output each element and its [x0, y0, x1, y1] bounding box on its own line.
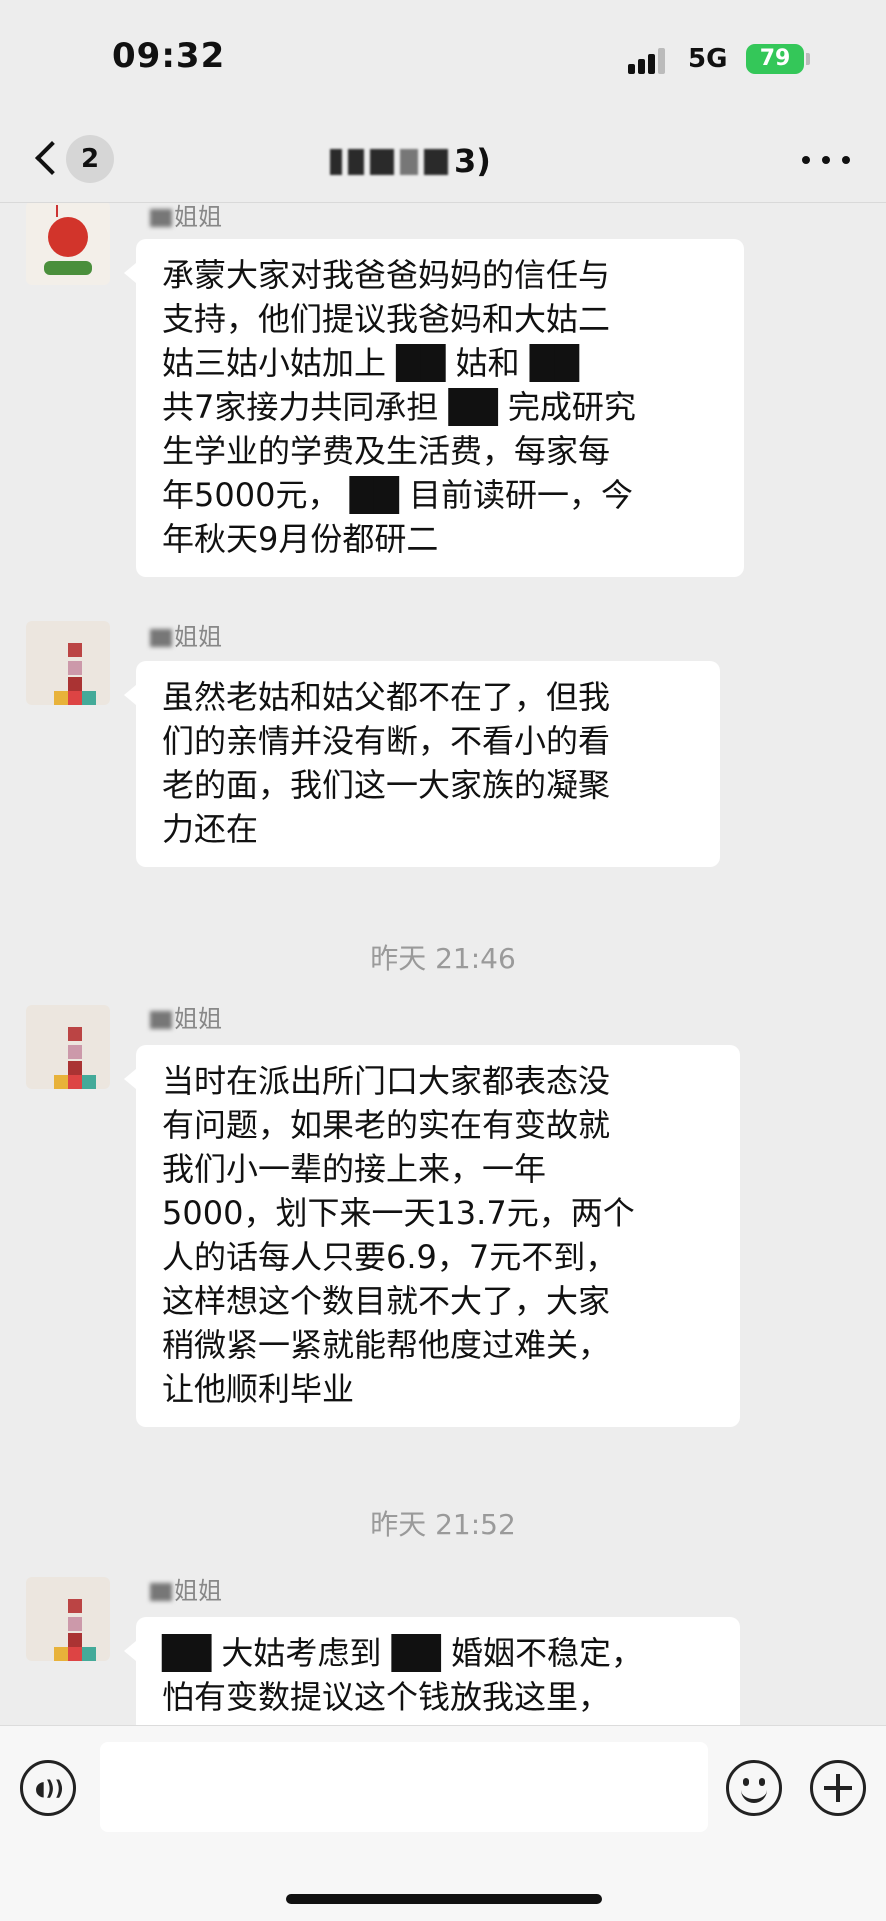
input-bar: ◖)) — [0, 1725, 886, 1921]
more-dots-icon — [822, 156, 830, 164]
avatar[interactable] — [26, 203, 110, 285]
avatar[interactable] — [26, 1577, 110, 1661]
more-dots-icon — [842, 156, 850, 164]
emoji-icon — [741, 1785, 767, 1803]
voice-button[interactable]: ◖)) — [20, 1760, 76, 1816]
sender-redaction — [150, 1583, 172, 1601]
battery-tip — [806, 53, 810, 65]
message-input[interactable] — [100, 1742, 708, 1832]
more-dots-icon — [802, 156, 810, 164]
sender-name: 姐姐 — [150, 203, 222, 232]
back-button[interactable] — [30, 132, 70, 182]
sender-name: 姐姐 — [150, 999, 222, 1034]
message-bubble[interactable]: ██ 大姑考虑到 ██ 婚姻不稳定， 怕有变数提议这个钱放我这里， — [124, 1617, 740, 1725]
chat-title[interactable]: 3) — [330, 142, 491, 180]
message-bubble[interactable]: 当时在派出所门口大家都表态没 有问题，如果老的实在有变故就 我们小一辈的接上来，… — [124, 1045, 740, 1427]
sender-redaction — [150, 209, 172, 227]
battery-indicator: 79 — [746, 44, 804, 74]
home-indicator — [286, 1894, 602, 1904]
status-bar: 09:32 5G 79 — [0, 0, 886, 120]
sender-name: 姐姐 — [150, 1571, 222, 1606]
sender-redaction — [150, 629, 172, 647]
signal-strength-icon — [628, 48, 672, 74]
timestamp: 昨天 21:46 — [370, 942, 516, 975]
title-redaction — [370, 149, 394, 175]
message-list[interactable]: 姐姐 承蒙大家对我爸爸妈妈的信任与 支持，他们提议我爸妈和大姑二 姑三姑小姑加上… — [0, 203, 886, 1725]
message-bubble[interactable]: 承蒙大家对我爸爸妈妈的信任与 支持，他们提议我爸妈和大姑二 姑三姑小姑加上 ██… — [124, 239, 744, 577]
add-button[interactable] — [810, 1760, 866, 1816]
voice-icon: ◖)) — [35, 1776, 64, 1800]
timestamp: 昨天 21:52 — [370, 1508, 516, 1541]
emoji-button[interactable] — [726, 1760, 782, 1816]
sender-redaction — [150, 1011, 172, 1029]
sender-name: 姐姐 — [150, 617, 222, 652]
title-redaction — [330, 149, 342, 175]
back-chevron-icon — [35, 141, 69, 175]
title-redaction — [400, 149, 418, 175]
network-type: 5G — [688, 44, 728, 74]
status-time: 09:32 — [112, 36, 226, 76]
chat-title-suffix: 3) — [454, 142, 491, 180]
more-options-button[interactable] — [800, 150, 856, 170]
title-redaction — [424, 149, 448, 175]
chat-header: 2 3) — [0, 120, 886, 203]
avatar[interactable] — [26, 1005, 110, 1089]
avatar[interactable] — [26, 621, 110, 705]
unread-count-badge[interactable]: 2 — [66, 135, 114, 183]
message-bubble[interactable]: 虽然老姑和姑父都不在了，但我 们的亲情并没有断，不看小的看 老的面，我们这一大家… — [124, 661, 720, 867]
title-redaction — [348, 149, 364, 175]
